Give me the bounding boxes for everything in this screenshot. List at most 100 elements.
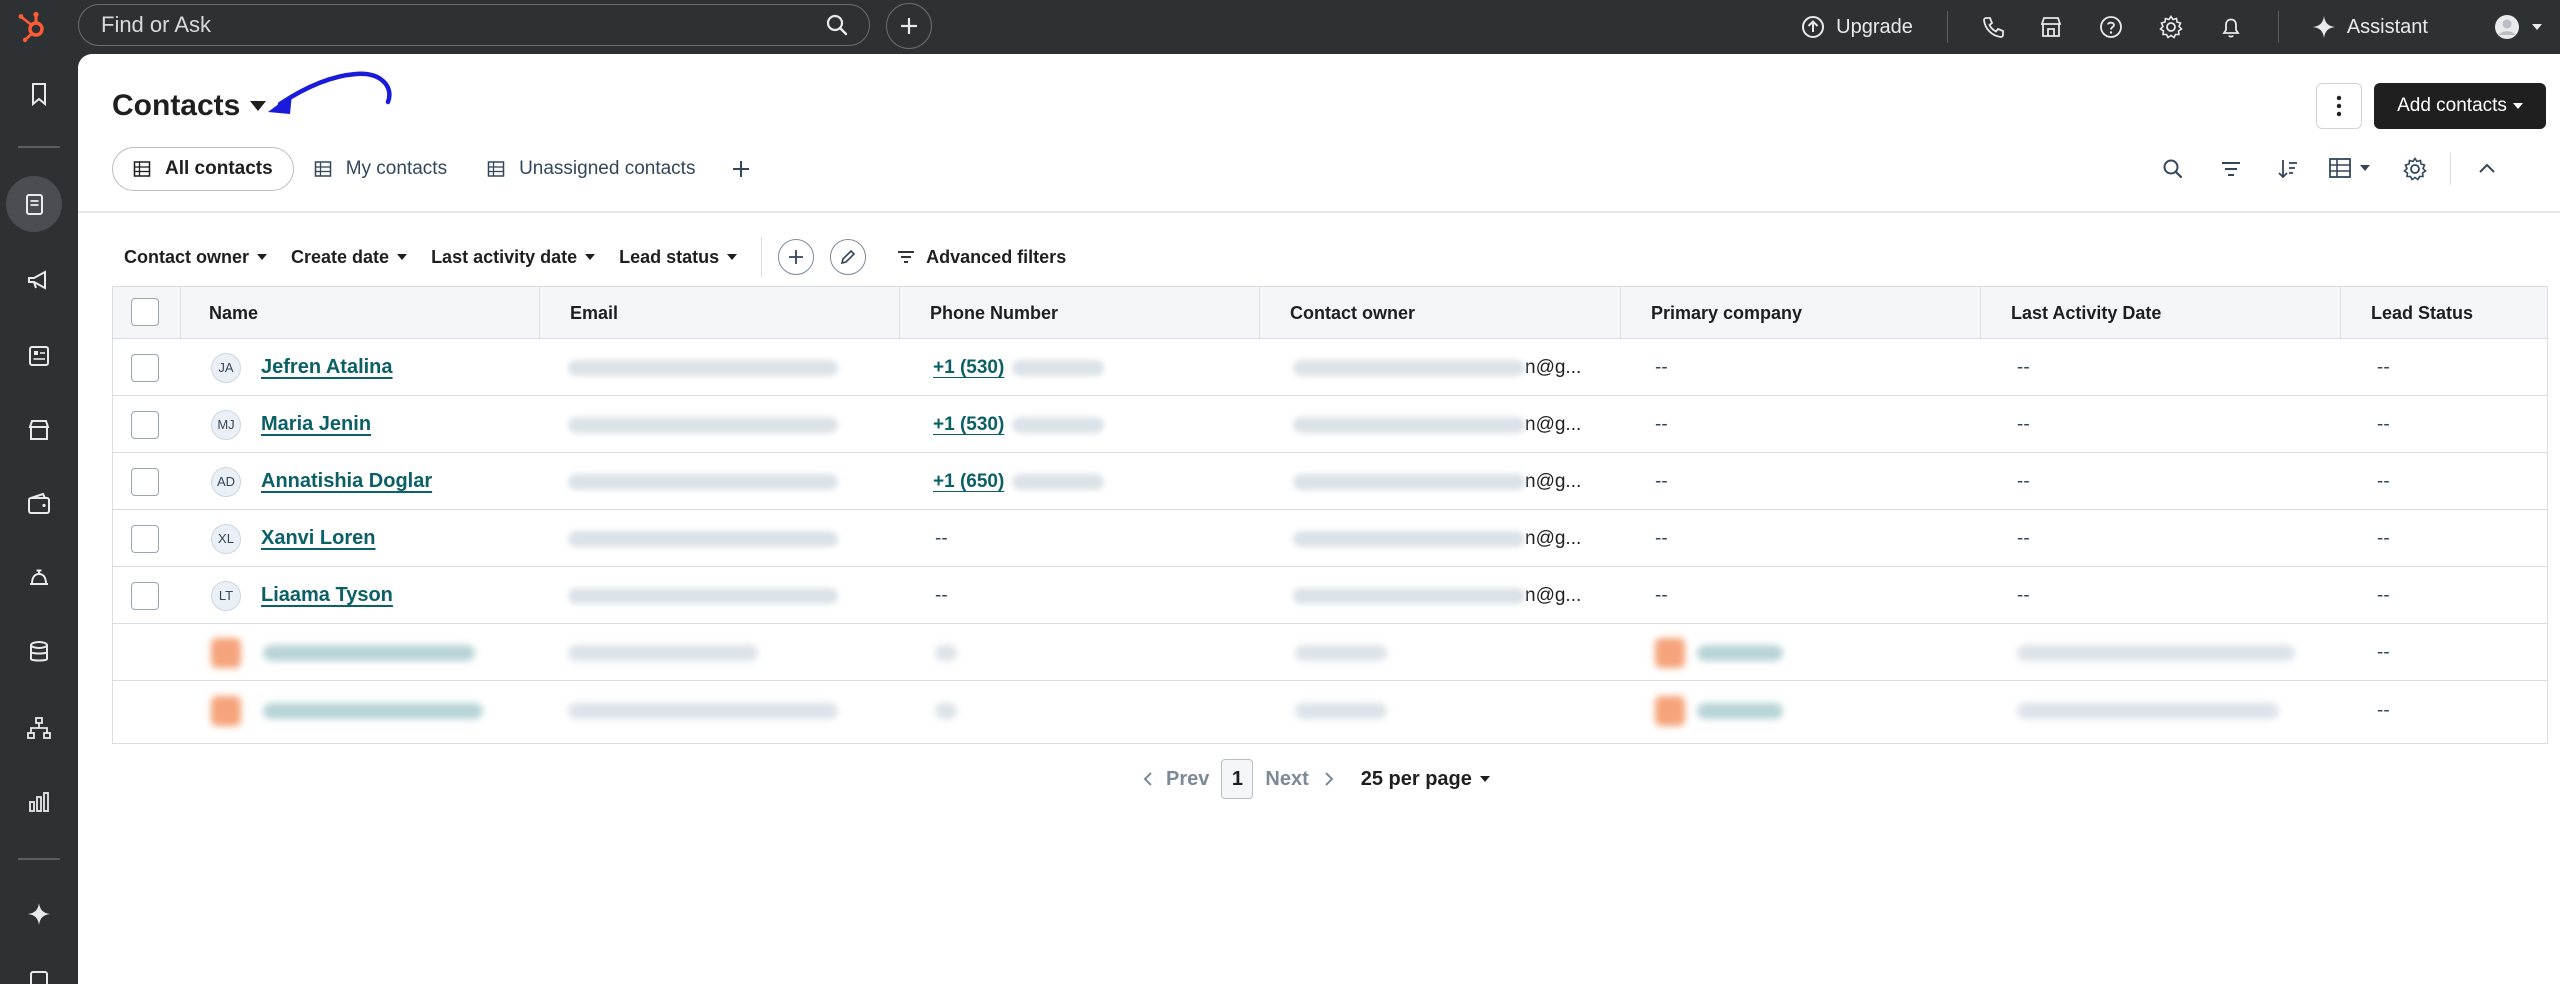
blurred-phone [1012, 359, 1105, 376]
settings-gear-icon[interactable] [2402, 156, 2428, 182]
contact-name-link[interactable]: Maria Jenin [261, 413, 371, 436]
content-document-icon[interactable] [25, 342, 53, 370]
tab-my-contacts[interactable]: My contacts [294, 147, 467, 191]
reporting-bar-chart-icon[interactable] [25, 788, 53, 816]
phone-link[interactable]: +1 (530) [933, 357, 1004, 379]
column-header-last-activity-date[interactable]: Last Activity Date [1981, 287, 2341, 339]
blurred-email [568, 587, 838, 604]
filter-last-activity-date[interactable]: Last activity date [431, 247, 596, 268]
tab-all-contacts[interactable]: All contacts [112, 147, 294, 191]
blurred-email-cell [568, 682, 838, 739]
add-view-button[interactable] [719, 147, 763, 191]
blurred-name [263, 702, 483, 719]
blurred-email [568, 644, 758, 661]
lead-status-cell: -- [2377, 624, 2390, 681]
pencil-icon [841, 249, 856, 265]
more-actions-button[interactable] [2316, 83, 2362, 129]
sort-icon[interactable] [2275, 156, 2301, 182]
row-checkbox[interactable] [131, 525, 159, 553]
blurred-phone [1012, 416, 1105, 433]
table-icon [314, 161, 331, 177]
edit-filters-button[interactable] [830, 239, 867, 275]
row-checkbox[interactable] [131, 354, 159, 382]
phone-link[interactable]: +1 (650) [933, 471, 1004, 493]
table-row[interactable]: -- [113, 624, 2547, 681]
add-contacts-button[interactable]: Add contacts [2374, 83, 2546, 129]
column-header-name[interactable]: Name [181, 287, 540, 339]
blurred-owner [1293, 587, 1525, 604]
add-filter-button[interactable] [778, 239, 815, 275]
marketing-megaphone-icon[interactable] [25, 266, 53, 294]
automation-workflow-icon[interactable] [25, 714, 53, 742]
row-checkbox[interactable] [131, 582, 159, 610]
column-header-phone[interactable]: Phone Number [900, 287, 1260, 339]
service-bell-icon[interactable] [25, 564, 53, 592]
assistant-button[interactable]: Assistant [2311, 14, 2428, 40]
row-checkbox[interactable] [131, 468, 159, 496]
object-selector[interactable]: Contacts [112, 89, 267, 123]
table-row[interactable]: XL Xanvi Loren -- n@g... -- -- -- [113, 510, 2547, 567]
company-cell: -- [1655, 567, 1668, 624]
marketplace-icon[interactable] [2038, 14, 2064, 40]
bookmark-icon[interactable] [25, 80, 53, 108]
table-row[interactable]: LT Liaama Tyson -- n@g... -- -- -- [113, 567, 2547, 624]
select-all-checkbox[interactable] [131, 298, 159, 326]
owner-cell: n@g... [1293, 510, 1581, 567]
next-page-button[interactable]: Next [1265, 768, 1336, 791]
table-header: Name Email Phone Number Contact owner Pr… [113, 287, 2547, 339]
commerce-wallet-icon[interactable] [25, 490, 53, 518]
settings-gear-icon[interactable] [2158, 14, 2184, 40]
collapse-sidebar-icon[interactable] [25, 966, 53, 984]
advanced-filters-button[interactable]: Advanced filters [896, 247, 1066, 268]
table-row[interactable]: AD Annatishia Doglar +1 (650) n@g... -- … [113, 453, 2547, 510]
phone-icon[interactable] [1980, 14, 2006, 40]
search-icon[interactable] [825, 13, 849, 37]
current-page-button[interactable]: 1 [1221, 759, 1254, 799]
notifications-bell-icon[interactable] [2218, 14, 2244, 40]
phone-cell: +1 (650) [933, 453, 1105, 510]
caret-down-icon [1479, 776, 1490, 782]
search-icon[interactable] [2160, 156, 2186, 182]
table-icon [133, 161, 151, 177]
contact-name-link[interactable]: Liaama Tyson [261, 584, 393, 607]
per-page-selector[interactable]: 25 per page [1361, 768, 1490, 791]
table-layout-selector[interactable] [2328, 156, 2370, 180]
column-header-contact-owner[interactable]: Contact owner [1260, 287, 1621, 339]
table-row[interactable]: JA Jefren Atalina +1 (530) n@g... -- -- … [113, 339, 2547, 396]
phone-cell: -- [935, 510, 948, 567]
table-row[interactable]: -- [113, 682, 2547, 739]
upgrade-button[interactable]: Upgrade [1800, 14, 1913, 40]
row-checkbox[interactable] [131, 411, 159, 439]
lead-status-cell: -- [2377, 510, 2390, 567]
quick-create-button[interactable] [886, 3, 932, 49]
phone-link[interactable]: +1 (530) [933, 414, 1004, 436]
contacts-book-icon[interactable] [20, 190, 48, 218]
account-menu[interactable] [2494, 14, 2542, 40]
column-header-primary-company[interactable]: Primary company [1621, 287, 1981, 339]
filter-contact-owner[interactable]: Contact owner [124, 247, 268, 268]
global-search-box[interactable] [78, 4, 870, 46]
column-header-email[interactable]: Email [540, 287, 900, 339]
empty-value: -- [2377, 584, 2390, 606]
tab-unassigned-contacts[interactable]: Unassigned contacts [467, 147, 715, 191]
table-row[interactable]: MJ Maria Jenin +1 (530) n@g... -- -- -- [113, 396, 2547, 453]
email-cell [568, 396, 838, 453]
breeze-sparkle-icon[interactable] [25, 900, 53, 928]
filter-create-date[interactable]: Create date [291, 247, 408, 268]
filter-icon[interactable] [2218, 156, 2244, 182]
contact-name-link[interactable]: Xanvi Loren [261, 527, 375, 550]
help-icon[interactable] [2098, 14, 2124, 40]
chevron-up-icon[interactable] [2474, 156, 2500, 182]
blurred-company-cell [1655, 624, 1783, 681]
empty-value: -- [1655, 356, 1668, 378]
global-search-input[interactable] [101, 5, 801, 44]
hubspot-logo-icon[interactable] [14, 8, 50, 44]
blurred-phone [935, 644, 957, 661]
prev-page-button[interactable]: Prev [1140, 768, 1209, 791]
column-header-lead-status[interactable]: Lead Status [2341, 287, 2547, 339]
contact-name-link[interactable]: Jefren Atalina [261, 356, 393, 379]
sales-store-icon[interactable] [25, 416, 53, 444]
data-database-icon[interactable] [25, 638, 53, 666]
filter-lead-status[interactable]: Lead status [619, 247, 738, 268]
contact-name-link[interactable]: Annatishia Doglar [261, 470, 432, 493]
